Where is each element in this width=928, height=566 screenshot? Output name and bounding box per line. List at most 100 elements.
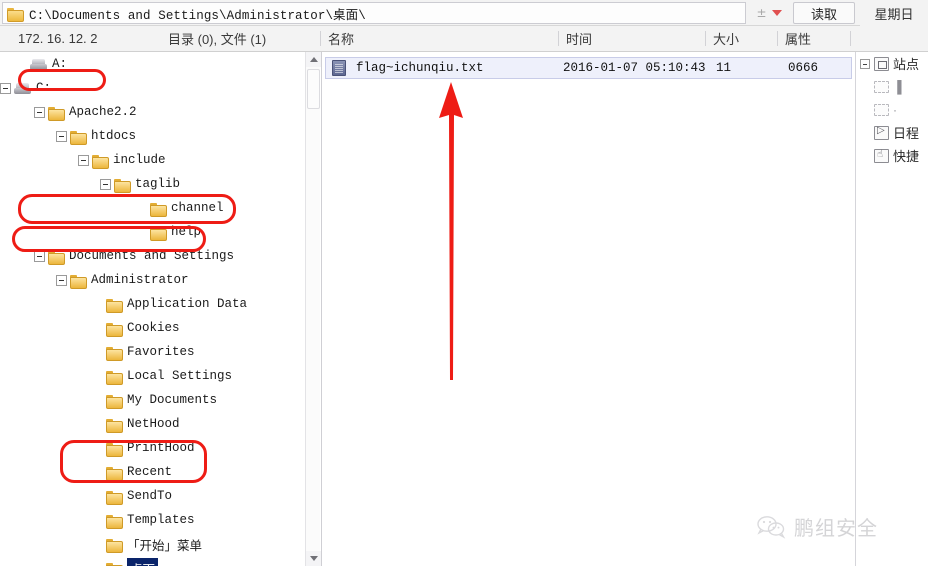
folder-icon <box>106 394 123 409</box>
column-header-ip: 172. 16. 12. 2 <box>18 31 98 46</box>
folder-icon <box>106 538 123 553</box>
schedule-icon <box>874 125 889 140</box>
dotted-icon <box>874 80 889 93</box>
expander-minus-icon[interactable] <box>56 274 67 286</box>
tree-node[interactable]: Recent <box>0 460 306 484</box>
site-tree-panel[interactable]: 站点 ▐ · 日程快捷 <box>855 52 928 566</box>
folder-icon <box>106 418 123 433</box>
tree-node[interactable]: Documents and Settings <box>0 244 306 268</box>
dotted-icon <box>874 103 889 116</box>
triangle-down-icon <box>309 556 318 561</box>
file-time: 2016-01-07 05:10:43 <box>563 61 706 75</box>
tree-node[interactable]: A: <box>0 52 306 76</box>
tree-node[interactable]: My Documents <box>0 388 306 412</box>
file-size: 11 <box>716 61 732 75</box>
drive-icon <box>30 58 47 70</box>
chevron-down-icon[interactable] <box>771 10 782 16</box>
column-header-time[interactable]: 时间 <box>566 26 592 51</box>
scroll-down-button[interactable] <box>306 551 321 566</box>
expander-minus-icon[interactable] <box>78 154 89 166</box>
tree-node[interactable]: help <box>0 220 306 244</box>
tree-node-label: 桌面 <box>127 557 159 566</box>
tree-node-label: Local Settings <box>127 369 233 383</box>
read-button[interactable]: 读取 <box>793 2 855 24</box>
file-attr: 0666 <box>788 61 819 75</box>
tree-node[interactable]: NetHood <box>0 412 306 436</box>
tree-node[interactable]: Apache2.2 <box>0 100 306 124</box>
folder-icon <box>106 346 123 361</box>
watermark: 鹏组安全 <box>756 512 878 541</box>
column-header-size[interactable]: 大小 <box>713 26 739 51</box>
triangle-up-icon <box>309 57 318 62</box>
folder-icon <box>106 562 123 566</box>
tree-scrollbar[interactable] <box>305 52 321 566</box>
folder-icon <box>150 226 167 241</box>
folder-icon <box>70 130 87 145</box>
tree-node-label: Cookies <box>127 321 180 335</box>
tree-node[interactable]: include <box>0 148 306 172</box>
address-path-text: C:\Documents and Settings\Administrator\… <box>29 8 366 23</box>
tree-node-label: PrintHood <box>127 441 195 455</box>
column-header-row: 172. 16. 12. 2 目录 (0), 文件 (1) 名称 时间 大小 属… <box>0 26 928 52</box>
expander-minus-icon[interactable] <box>100 178 111 190</box>
tree-node[interactable]: taglib <box>0 172 306 196</box>
tree-node[interactable]: Cookies <box>0 316 306 340</box>
site-tree-node[interactable]: 站点 <box>856 52 928 75</box>
expander-minus-icon[interactable] <box>860 58 870 69</box>
site-tree-node[interactable]: 日程 <box>856 121 928 144</box>
tree-node-label: Recent <box>127 465 173 479</box>
tree-node[interactable]: PrintHood <box>0 436 306 460</box>
expander-minus-icon[interactable] <box>34 250 45 262</box>
tree-node[interactable]: Favorites <box>0 340 306 364</box>
folder-icon <box>48 250 65 265</box>
tree-node[interactable]: htdocs <box>0 124 306 148</box>
file-icon <box>332 60 346 76</box>
expander-minus-icon[interactable] <box>34 106 45 118</box>
folder-icon <box>106 490 123 505</box>
site-icon <box>874 56 889 71</box>
tree-node[interactable]: channel <box>0 196 306 220</box>
tree-node-label: taglib <box>135 177 181 191</box>
wechat-icon <box>757 515 786 539</box>
scrollbar-thumb[interactable] <box>307 69 320 109</box>
address-input[interactable]: C:\Documents and Settings\Administrator\… <box>2 2 746 24</box>
site-tree-node[interactable]: ▐ <box>856 75 928 98</box>
tree-node-label: A: <box>52 57 68 71</box>
site-tree-node[interactable]: 快捷 <box>856 144 928 167</box>
folder-icon <box>106 466 123 481</box>
scroll-up-button[interactable] <box>306 52 321 67</box>
column-header-name[interactable]: 名称 <box>328 26 354 51</box>
plus-minus-icon[interactable]: ± <box>756 7 766 19</box>
tree-node[interactable]: Administrator <box>0 268 306 292</box>
file-manager-window: C:\Documents and Settings\Administrator\… <box>0 0 928 566</box>
tree-node[interactable]: Local Settings <box>0 364 306 388</box>
tree-node[interactable]: C: <box>0 76 306 100</box>
folder-icon <box>106 370 123 385</box>
drive-icon <box>14 82 31 94</box>
folder-icon <box>106 298 123 313</box>
file-row[interactable]: flag~ichunqiu.txt 2016-01-07 05:10:43 11 06… <box>325 57 852 79</box>
tree-node-label: Administrator <box>91 273 189 287</box>
site-tree-node-label: 日程 <box>893 126 920 141</box>
column-header-attr[interactable]: 属性 <box>785 26 811 51</box>
expander-minus-icon[interactable] <box>0 82 11 94</box>
site-tree-node[interactable]: · <box>856 98 928 121</box>
tree-node-label: NetHood <box>127 417 180 431</box>
shortcut-icon <box>874 148 889 163</box>
site-tree-node-label: 快捷 <box>893 149 920 164</box>
column-header-counts: 目录 (0), 文件 (1) <box>168 32 267 47</box>
folder-icon <box>48 106 65 121</box>
tree-node[interactable]: SendTo <box>0 484 306 508</box>
folder-icon <box>70 274 87 289</box>
directory-tree-panel[interactable]: A: C: Apache2.2 htdocs include taglib channel h… <box>0 52 322 566</box>
tree-node-label: htdocs <box>91 129 137 143</box>
tree-node[interactable]: Application Data <box>0 292 306 316</box>
tree-node[interactable]: 「开始」菜单 <box>0 532 306 556</box>
tree-node-label: C: <box>36 81 52 95</box>
file-list-panel[interactable]: flag~ichunqiu.txt 2016-01-07 05:10:43 11 06… <box>323 52 854 566</box>
tree-node[interactable]: Templates <box>0 508 306 532</box>
tree-node-label: Templates <box>127 513 195 527</box>
tree-node-label: My Documents <box>127 393 218 407</box>
expander-minus-icon[interactable] <box>56 130 67 142</box>
tree-node[interactable]: 桌面 <box>0 556 306 566</box>
